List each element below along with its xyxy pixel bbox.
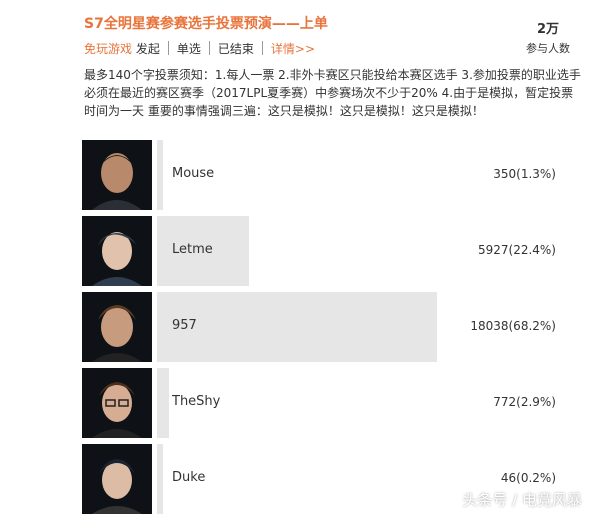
- poll-type: 单选: [176, 41, 201, 56]
- vote-option[interactable]: Letme 5927(22.4%): [82, 216, 572, 286]
- player-avatar: [82, 444, 152, 514]
- poll-title: S7全明星赛参赛选手投票预演——上单: [84, 16, 328, 32]
- publisher-suffix: 发起: [135, 41, 160, 56]
- divider: [261, 41, 263, 55]
- watermark: 头条号 / 电竞风暴: [462, 491, 582, 509]
- option-name: Mouse: [172, 166, 215, 181]
- player-avatar: [82, 216, 152, 286]
- player-avatar: [82, 292, 152, 362]
- option-name: Letme: [172, 242, 213, 257]
- vote-share-bar: [157, 444, 163, 514]
- publisher-link[interactable]: 免玩游戏: [84, 40, 132, 57]
- vote-option[interactable]: 957 18038(68.2%): [82, 292, 572, 362]
- option-result: 5927(22.4%): [477, 243, 556, 257]
- option-result: 18038(68.2%): [470, 319, 556, 333]
- option-result: 46(0.2%): [500, 471, 556, 485]
- vote-option[interactable]: TheShy 772(2.9%): [82, 368, 572, 438]
- option-name: TheShy: [172, 394, 221, 409]
- vote-share-bar: [157, 292, 437, 362]
- option-result: 350(1.3%): [493, 167, 556, 181]
- poll-description: 最多140个字投票须知：1.每人一票 2.非外卡赛区只能投给本赛区选手 3.参加…: [84, 68, 581, 118]
- participants-stat: 2万 参与人数: [526, 18, 570, 56]
- vote-share-bar: [157, 140, 163, 210]
- divider: [167, 41, 169, 55]
- divider: [208, 41, 210, 55]
- option-result: 772(2.9%): [493, 395, 556, 409]
- vote-share-bar: [157, 368, 169, 438]
- participants-label: 参与人数: [526, 42, 570, 55]
- option-name: 957: [172, 318, 197, 333]
- participants-count: 2万: [536, 22, 560, 37]
- details-link[interactable]: 详情>>: [271, 40, 315, 57]
- player-avatar: [82, 368, 152, 438]
- poll-meta: 免玩游戏 发起 单选 已结束 详情>>: [84, 40, 315, 56]
- option-name: Duke: [172, 470, 206, 485]
- poll-status: 已结束: [217, 41, 254, 56]
- player-avatar: [82, 140, 152, 210]
- vote-option[interactable]: Mouse 350(1.3%): [82, 140, 572, 210]
